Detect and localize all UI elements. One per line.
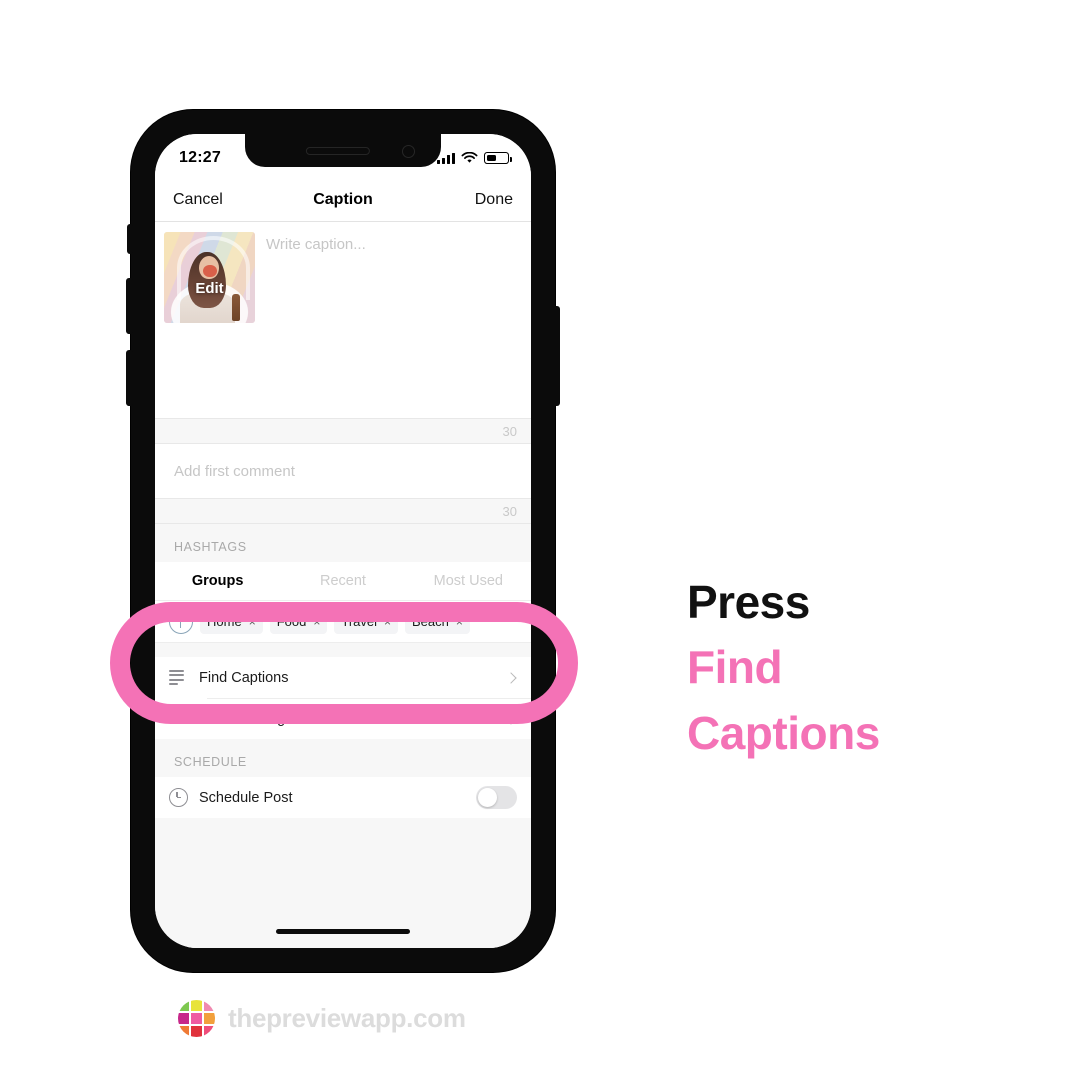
thumbnail-apple: [203, 264, 217, 278]
caption-area: Edit Write caption...: [155, 222, 531, 418]
first-comment-placeholder: Add first comment: [174, 462, 295, 480]
comment-counter: 30: [502, 503, 517, 519]
chip-label: Food: [276, 614, 307, 629]
schedule-section-header: SCHEDULE: [155, 739, 531, 777]
nav-bar: Cancel Caption Done: [155, 178, 531, 222]
clock-icon: [169, 788, 199, 807]
volume-up-button[interactable]: [126, 278, 133, 334]
find-captions-label: Find Captions: [199, 669, 289, 686]
callout-line-3: Captions: [687, 706, 880, 759]
hashtag-tabs: Groups Recent Most Used: [155, 562, 531, 601]
power-button[interactable]: [553, 306, 560, 406]
battery-icon: [484, 152, 512, 164]
close-icon[interactable]: ×: [456, 615, 463, 629]
chip-food[interactable]: Food ×: [269, 609, 328, 634]
schedule-group: Schedule Post: [155, 777, 531, 818]
schedule-section-label: SCHEDULE: [174, 755, 247, 769]
close-icon[interactable]: ×: [249, 615, 256, 629]
edit-thumbnail-label[interactable]: Edit: [164, 280, 255, 297]
thumbnail-bottle: [232, 293, 241, 322]
plus-circle-icon[interactable]: [169, 609, 193, 634]
cancel-button[interactable]: Cancel: [173, 191, 223, 209]
callout-text: Press Find Captions: [687, 570, 1047, 766]
schedule-post-label: Schedule Post: [199, 789, 293, 806]
caption-input[interactable]: Write caption...: [266, 236, 366, 253]
chip-label: Beach: [412, 614, 449, 629]
find-actions-group: Find Captions # Find Hashtags: [155, 657, 531, 739]
phone-frame: 12:27 Cancel Caption Done Edit Write cap…: [126, 110, 560, 972]
first-comment-input[interactable]: Add first comment: [155, 444, 531, 498]
footer-brand-label: thepreviewapp.com: [228, 1003, 466, 1033]
hashtags-section-header: HASHTAGS: [155, 524, 531, 562]
home-indicator[interactable]: [276, 929, 410, 934]
chip-travel[interactable]: Travel ×: [334, 609, 399, 634]
cellular-bars-icon: [437, 152, 455, 164]
lines-icon: [169, 670, 199, 685]
chevron-right-icon: [505, 671, 517, 684]
find-captions-row[interactable]: Find Captions: [155, 657, 531, 698]
done-button[interactable]: Done: [475, 191, 513, 209]
phone-screen: 12:27 Cancel Caption Done Edit Write cap…: [155, 134, 531, 948]
chevron-right-icon: [505, 712, 517, 725]
callout-line-2: Find: [687, 641, 783, 694]
status-time: 12:27: [179, 149, 221, 166]
earpiece-speaker-icon: [305, 147, 370, 155]
comment-counter-row: 30: [155, 498, 531, 524]
find-hashtags-row[interactable]: # Find Hashtags: [155, 698, 531, 739]
callout-line-1: Press: [687, 576, 810, 628]
section-gap: [155, 643, 531, 657]
volume-down-button[interactable]: [126, 350, 133, 406]
tab-most-used[interactable]: Most Used: [406, 573, 531, 589]
hashtags-section-label: HASHTAGS: [174, 540, 247, 554]
chip-beach[interactable]: Beach ×: [405, 609, 470, 634]
post-thumbnail[interactable]: Edit: [164, 232, 255, 323]
schedule-post-row[interactable]: Schedule Post: [155, 777, 531, 818]
status-icons: [437, 152, 512, 164]
mute-switch[interactable]: [127, 224, 133, 254]
tab-groups[interactable]: Groups: [155, 573, 280, 589]
caption-counter: 30: [502, 423, 517, 439]
find-hashtags-label: Find Hashtags: [199, 710, 293, 727]
chip-label: Home: [207, 614, 242, 629]
close-icon[interactable]: ×: [384, 615, 391, 629]
hash-icon: #: [169, 708, 180, 729]
close-icon[interactable]: ×: [313, 615, 320, 629]
footer-brand: thepreviewapp.com: [178, 1000, 466, 1037]
front-camera-icon: [402, 145, 415, 158]
notch: [245, 134, 441, 167]
poster-canvas: 12:27 Cancel Caption Done Edit Write cap…: [0, 0, 1080, 1080]
tab-recent[interactable]: Recent: [280, 573, 405, 589]
chip-home[interactable]: Home ×: [200, 609, 263, 634]
hashtag-group-chips: Home × Food × Travel × Beach ×: [155, 601, 531, 643]
chip-label: Travel: [341, 614, 377, 629]
schedule-post-toggle[interactable]: [476, 786, 517, 809]
preview-app-logo-icon: [178, 1000, 215, 1037]
caption-counter-row: 30: [155, 418, 531, 444]
wifi-icon: [461, 152, 478, 163]
